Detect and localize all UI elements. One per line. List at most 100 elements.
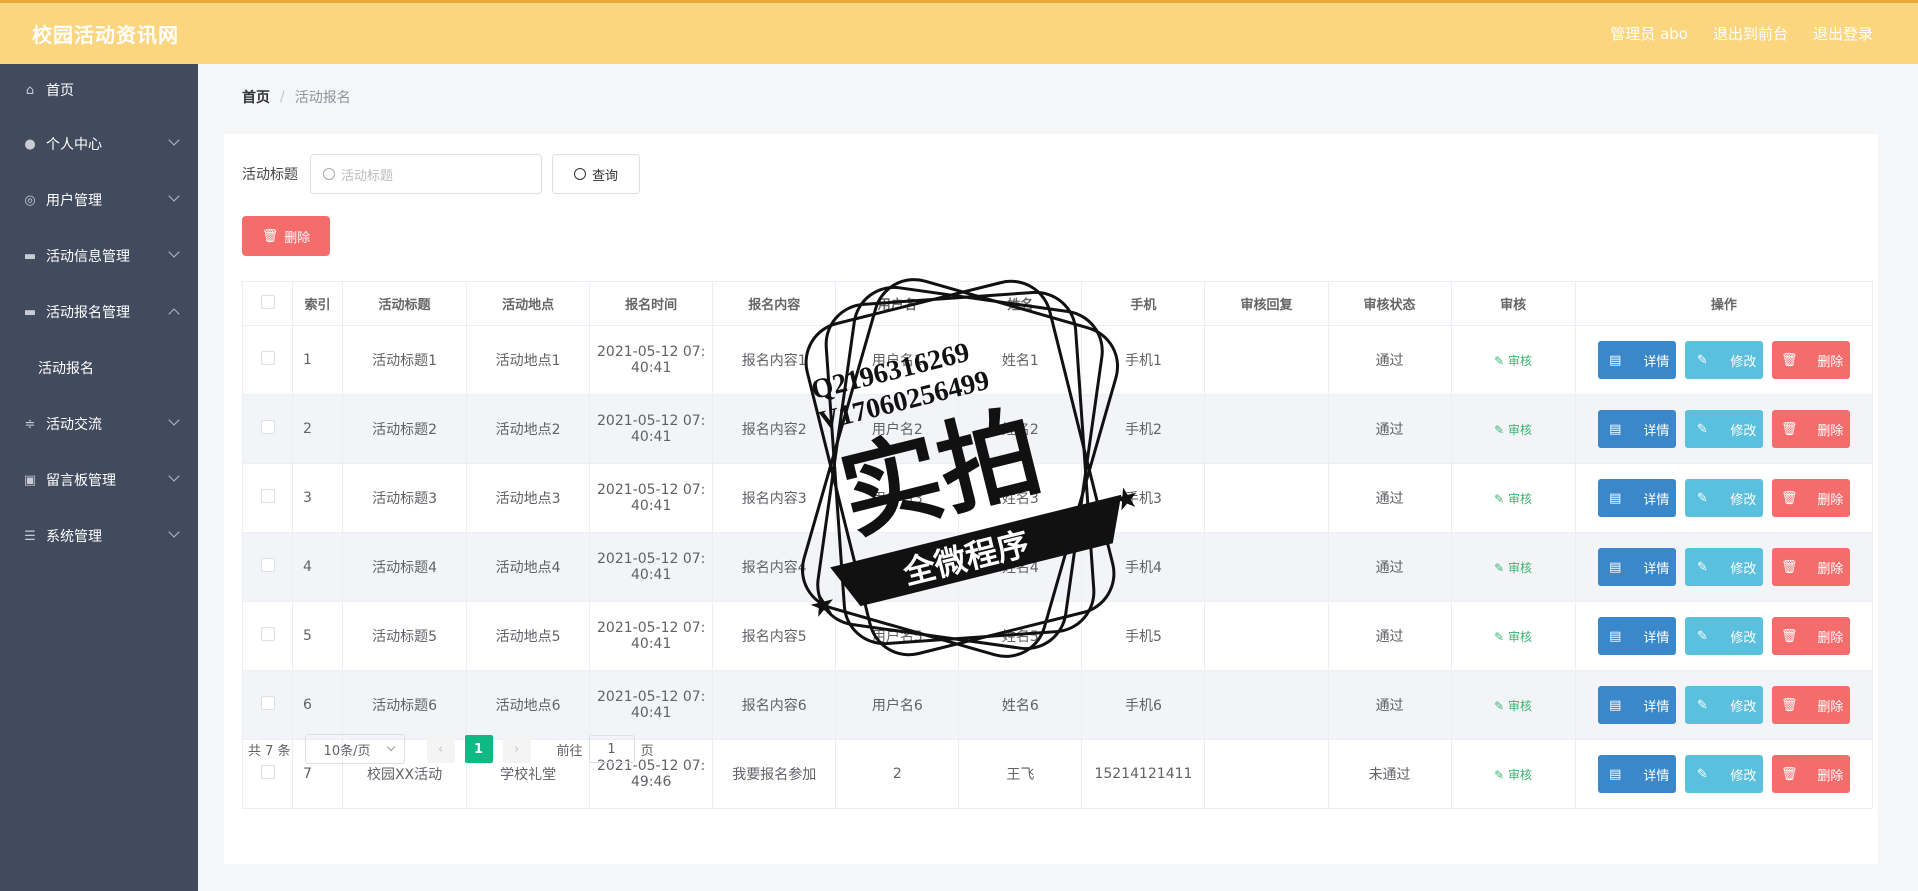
edit-button[interactable]: ✎ 修改: [1684, 548, 1763, 586]
row-checkbox[interactable]: [260, 351, 275, 365]
column-header[interactable]: 活动地点: [466, 281, 591, 326]
row-delete-button[interactable]: 🗑 删除: [1771, 617, 1850, 655]
row-delete-button[interactable]: 🗑 删除: [1771, 686, 1850, 724]
chevron-down-icon: [168, 414, 180, 426]
cell-username: 用户名5: [835, 601, 960, 671]
row-delete-button[interactable]: 🗑 删除: [1771, 755, 1850, 793]
column-header[interactable]: 姓名: [958, 281, 1083, 326]
next-page-button[interactable]: ›: [502, 735, 531, 763]
detail-button[interactable]: ▤ 详情: [1597, 479, 1676, 517]
logout-link[interactable]: 退出登录: [1813, 23, 1873, 44]
cell-status: 通过: [1327, 325, 1452, 395]
page-number-current[interactable]: 1: [464, 735, 493, 763]
batch-delete-label: 删除: [284, 230, 311, 246]
sidebar-item-signup[interactable]: 活动报名: [0, 340, 198, 396]
edit-button[interactable]: ✎ 修改: [1684, 617, 1763, 655]
edit-button[interactable]: ✎ 修改: [1684, 686, 1763, 724]
site-logo[interactable]: 校园活动资讯网: [32, 19, 179, 48]
audit-label: 审核: [1508, 353, 1533, 368]
row-delete-button[interactable]: 🗑 删除: [1771, 410, 1850, 448]
chevron-down-icon: [168, 246, 180, 258]
sidebar-item-label: 活动交流: [46, 417, 102, 433]
pencil-icon: ✎: [1494, 491, 1509, 506]
edit-button[interactable]: ✎ 修改: [1684, 341, 1763, 379]
sidebar-item-system[interactable]: ☰ 系统管理: [0, 508, 198, 564]
cell-title: 活动标题4: [342, 532, 468, 602]
sidebar-item-personal-center[interactable]: ● 个人中心: [0, 116, 198, 172]
column-header[interactable]: 手机: [1081, 281, 1206, 326]
edit-label: 修改: [1730, 492, 1757, 508]
row-checkbox[interactable]: [260, 489, 275, 503]
edit-button[interactable]: ✎ 修改: [1684, 755, 1763, 793]
cell-name: 姓名4: [958, 532, 1083, 602]
sidebar-item-user-management[interactable]: ◎ 用户管理: [0, 172, 198, 228]
column-header[interactable]: 活动标题: [342, 281, 468, 326]
sidebar-item-signup-management[interactable]: ▬ 活动报名管理: [0, 284, 198, 340]
column-header[interactable]: 审核回复: [1204, 281, 1329, 326]
page-size-select[interactable]: 10条/页: [304, 734, 405, 764]
table-row: 4 活动标题4 活动地点4 2021-05-12 07: 40:41 报名内容4 用户名4 姓…: [241, 532, 1874, 602]
column-header[interactable]: 报名内容: [712, 281, 837, 326]
detail-button[interactable]: ▤ 详情: [1597, 548, 1676, 586]
column-header[interactable]: 索引: [292, 281, 344, 326]
sidebar-item-message-board[interactable]: ▣ 留言板管理: [0, 452, 198, 508]
audit-link[interactable]: ✎ 审核: [1494, 561, 1532, 575]
row-checkbox[interactable]: [260, 627, 275, 641]
detail-button[interactable]: ▤ 详情: [1597, 617, 1676, 655]
audit-link[interactable]: ✎ 审核: [1494, 768, 1532, 782]
row-delete-button[interactable]: 🗑 删除: [1771, 479, 1850, 517]
edit-label: 修改: [1730, 561, 1757, 577]
column-header[interactable]: 报名时间: [589, 281, 714, 326]
sidebar-item-home[interactable]: ⌂ 首页: [0, 64, 198, 116]
goto-page-input[interactable]: 1: [588, 735, 635, 763]
cell-index: 1: [292, 325, 344, 395]
breadcrumb-home[interactable]: 首页: [242, 87, 270, 107]
audit-link[interactable]: ✎ 审核: [1494, 630, 1532, 644]
row-delete-button[interactable]: 🗑 删除: [1771, 548, 1850, 586]
row-delete-button[interactable]: 🗑 删除: [1771, 341, 1850, 379]
detail-button[interactable]: ▤ 详情: [1597, 341, 1676, 379]
detail-button[interactable]: ▤ 详情: [1597, 686, 1676, 724]
cell-title: 活动标题1: [342, 325, 468, 395]
pencil-icon: ✎: [1494, 767, 1509, 782]
back-to-frontend-link[interactable]: 退出到前台: [1713, 23, 1788, 44]
sidebar-item-activity-info[interactable]: ▬ 活动信息管理: [0, 228, 198, 284]
detail-button[interactable]: ▤ 详情: [1597, 410, 1676, 448]
column-header[interactable]: 审核状态: [1327, 281, 1452, 326]
audit-link[interactable]: ✎ 审核: [1494, 354, 1532, 368]
detail-label: 详情: [1643, 354, 1670, 370]
audit-link[interactable]: ✎ 审核: [1494, 699, 1532, 713]
row-checkbox[interactable]: [260, 420, 275, 434]
cell-operations: ▤ 详情 ✎ 修改 🗑 删除: [1574, 325, 1874, 395]
header-links: 管理员 abo 退出到前台 退出登录: [1610, 23, 1873, 44]
time-clock: 40:41: [631, 360, 672, 376]
goto-prefix: 前往: [556, 743, 583, 759]
edit-button[interactable]: ✎ 修改: [1684, 479, 1763, 517]
detail-button[interactable]: ▤ 详情: [1597, 755, 1676, 793]
search-icon: [323, 168, 335, 180]
prev-page-button[interactable]: ‹: [426, 735, 455, 763]
cell-content: 报名内容2: [712, 394, 837, 464]
admin-user-link[interactable]: 管理员 abo: [1610, 23, 1688, 44]
query-button[interactable]: 查询: [552, 154, 640, 194]
cell-operations: ▤ 详情 ✎ 修改 🗑 删除: [1574, 601, 1874, 671]
row-checkbox[interactable]: [260, 765, 275, 779]
cell-name: 姓名6: [958, 670, 1083, 740]
edit-button[interactable]: ✎ 修改: [1684, 410, 1763, 448]
select-all-checkbox[interactable]: [260, 294, 275, 309]
pencil-icon: ✎: [1494, 422, 1509, 437]
sidebar-item-label: 活动信息管理: [46, 249, 130, 265]
search-input[interactable]: 活动标题: [310, 154, 542, 194]
sidebar-item-activity-chat[interactable]: ≑ 活动交流: [0, 396, 198, 452]
cell-time: 2021-05-12 07: 40:41: [589, 670, 714, 740]
search-bar: 活动标题 活动标题 查询: [242, 154, 640, 194]
audit-link[interactable]: ✎ 审核: [1494, 423, 1532, 437]
batch-delete-button[interactable]: 🗑 删除: [242, 216, 330, 256]
signup-icon: ▬: [23, 304, 37, 320]
row-checkbox[interactable]: [260, 558, 275, 572]
row-checkbox[interactable]: [260, 696, 275, 710]
column-header[interactable]: 用户名: [835, 281, 960, 326]
cell-operations: ▤ 详情 ✎ 修改 🗑 删除: [1574, 532, 1874, 602]
audit-link[interactable]: ✎ 审核: [1494, 492, 1532, 506]
column-header[interactable]: 审核: [1450, 281, 1576, 326]
